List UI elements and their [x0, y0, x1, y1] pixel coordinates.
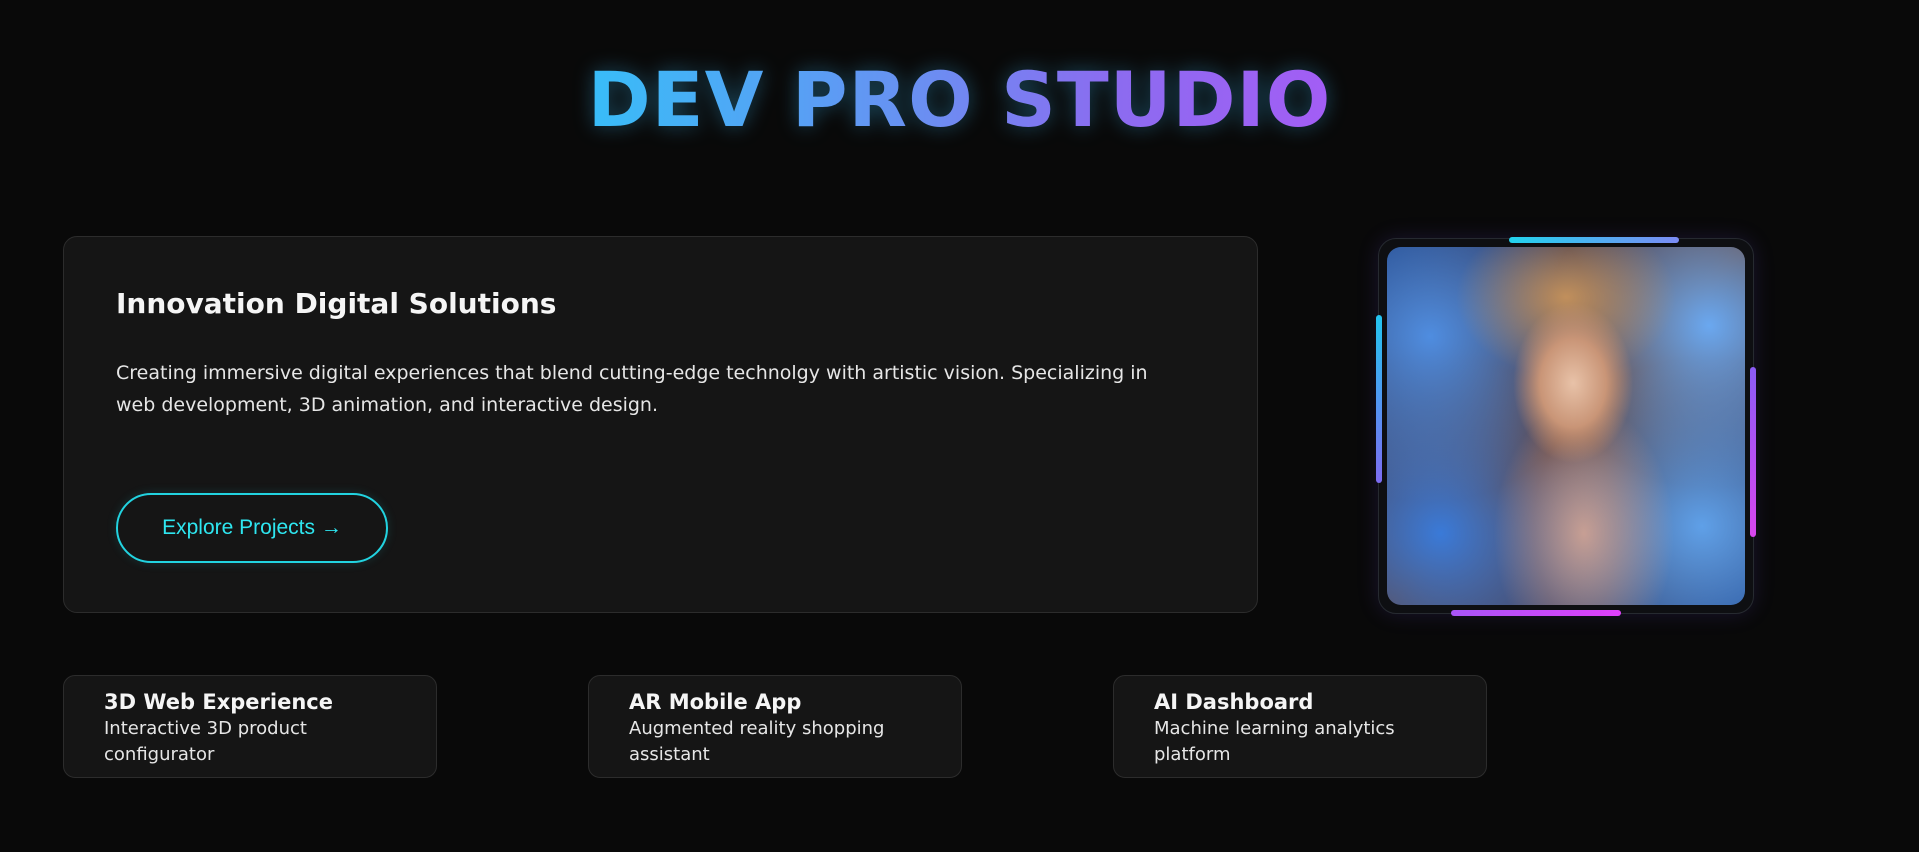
explore-projects-button[interactable]: Explore Projects →: [116, 493, 388, 563]
frame-accent-top: [1509, 237, 1679, 243]
page-title-text: DEV PRO STUDIO: [587, 55, 1332, 144]
feature-description: Machine learning analytics platform: [1154, 718, 1395, 765]
feature-card-ar-mobile-app[interactable]: AR Mobile App Augmented reality shopping…: [588, 675, 962, 778]
feature-description: Augmented reality shopping assistant: [629, 718, 885, 765]
feature-title: AI Dashboard: [1154, 690, 1314, 714]
showcase-artwork-image: [1387, 247, 1745, 605]
frame-accent-left: [1376, 315, 1382, 483]
feature-title: 3D Web Experience: [104, 690, 333, 714]
feature-card-3d-web-experience[interactable]: 3D Web Experience Interactive 3D product…: [63, 675, 437, 778]
feature-description: Interactive 3D product configurator: [104, 718, 307, 765]
feature-title: AR Mobile App: [629, 690, 802, 714]
hero-heading: Innovation Digital Solutions: [116, 287, 557, 320]
frame-accent-bottom: [1451, 610, 1621, 616]
hero-card: Innovation Digital Solutions Creating im…: [63, 236, 1258, 613]
page-title: DEV PRO STUDIO: [0, 52, 1919, 148]
hero-description: Creating immersive digital experiences t…: [116, 362, 1148, 416]
showcase-image-frame: [1376, 237, 1756, 616]
frame-accent-right: [1750, 367, 1756, 537]
feature-card-ai-dashboard[interactable]: AI Dashboard Machine learning analytics …: [1113, 675, 1487, 778]
